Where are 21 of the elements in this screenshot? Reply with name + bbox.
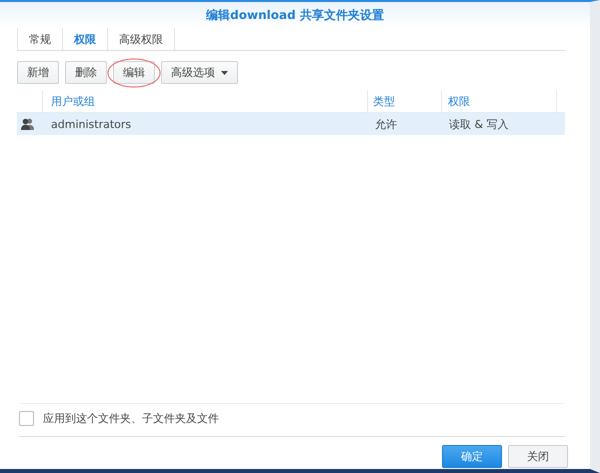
table-cell: 允许 [375,118,397,130]
tab[interactable]: 高级权限 [108,28,175,50]
caret-icon [221,70,228,74]
tab[interactable]: 权限 [63,28,108,50]
checkbox[interactable] [19,411,34,426]
highlight-ellipse [106,58,162,88]
users-icon [21,118,34,130]
checkbox-label: 应用到这个文件夹、子文件夹及文件 [43,411,219,426]
table-row[interactable]: administrators 允许 读取 & 写入 [17,113,565,135]
toolbar-button[interactable]: 新增 [17,61,59,84]
column-header[interactable]: 权限 [441,90,556,112]
column-header[interactable]: 类型 [367,90,441,112]
toolbar-button[interactable]: 删除 [65,61,107,84]
table-cell: administrators [51,118,132,130]
column-header[interactable]: 用户或组 [42,90,367,112]
table-cell: 读取 & 写入 [449,118,509,130]
toolbar-button[interactable]: 编辑 [113,61,155,84]
toolbar-button[interactable]: 高级选项 [161,61,238,84]
window-title: 编辑download 共享文件夹设置 [206,6,384,24]
tab[interactable]: 常规 [17,28,63,50]
dialog-button[interactable]: 关闭 [508,445,568,468]
